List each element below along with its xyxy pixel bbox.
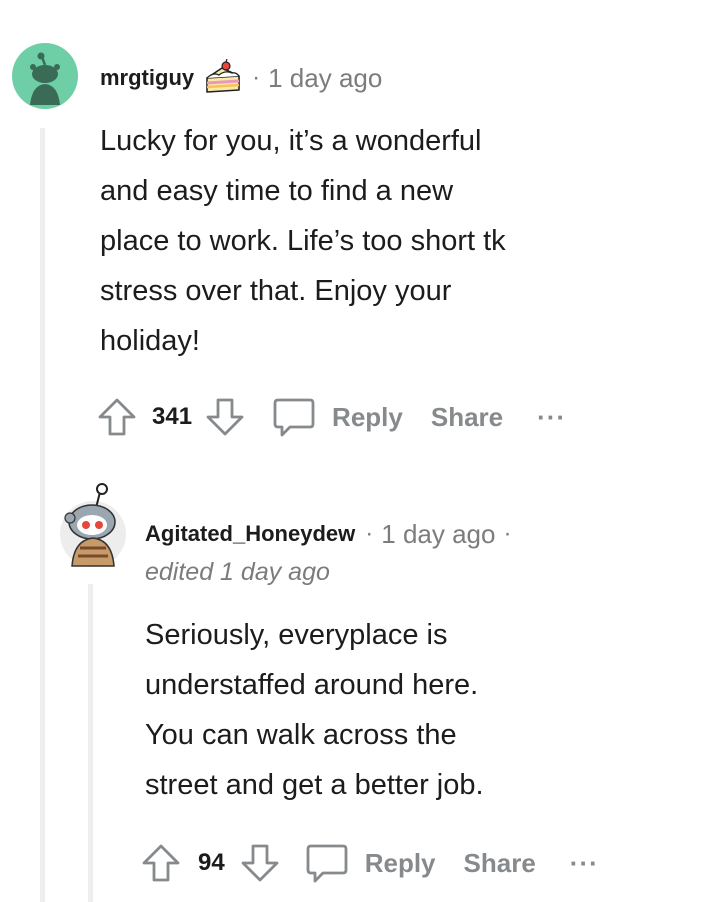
comment-body: Seriously, everyplace is understaffed ar… xyxy=(145,610,484,810)
comment-bubble-icon xyxy=(305,842,349,884)
upvote-icon[interactable] xyxy=(96,396,138,438)
comment-body: Lucky for you, it’s a wonderful and easy… xyxy=(100,116,506,366)
more-options-icon[interactable]: ··· xyxy=(570,848,599,879)
meta-separator: · xyxy=(252,64,261,91)
cake-icon xyxy=(202,59,242,97)
comment-line: stress over that. Enjoy your xyxy=(100,275,452,307)
comment-1: mrgtiguy · 1 day ago Lucky for you, it’s… xyxy=(0,0,708,460)
comment-meta: Agitated_Honeydew · 1 day ago · xyxy=(145,514,511,554)
share-button[interactable]: Share xyxy=(431,402,503,433)
comment-line: street and get a better job. xyxy=(145,769,484,801)
timestamp[interactable]: 1 day ago xyxy=(381,519,495,550)
comment-bubble-icon xyxy=(272,396,316,438)
meta-separator: · xyxy=(365,520,374,547)
comment-line: You can walk across the xyxy=(145,719,457,751)
meta-separator: · xyxy=(503,520,512,547)
comment-line: Lucky for you, it’s a wonderful xyxy=(100,125,482,157)
username[interactable]: Agitated_Honeydew xyxy=(145,521,355,547)
comment-actions: 341 Reply Share ··· xyxy=(96,394,566,440)
upvote-icon[interactable] xyxy=(140,842,182,884)
timestamp[interactable]: 1 day ago xyxy=(268,63,382,94)
comment-line: place to work. Life’s too short tk xyxy=(100,225,506,257)
reply-button[interactable]: Reply xyxy=(305,842,436,884)
avatar[interactable] xyxy=(12,43,78,109)
reply-label: Reply xyxy=(332,401,403,432)
edited-label: edited 1 day ago xyxy=(145,558,330,587)
username[interactable]: mrgtiguy xyxy=(100,65,194,91)
comment-actions: 94 Reply Share ··· xyxy=(140,840,599,886)
reply-button[interactable]: Reply xyxy=(272,396,403,438)
comment-2: Agitated_Honeydew · 1 day ago · edited 1… xyxy=(0,460,708,902)
share-button[interactable]: Share xyxy=(464,848,536,879)
reply-label: Reply xyxy=(364,847,436,878)
vote-score: 341 xyxy=(152,403,193,430)
comment-line: and easy time to find a new xyxy=(100,175,454,207)
downvote-icon[interactable] xyxy=(239,842,281,884)
comment-line: understaffed around here. xyxy=(145,669,479,701)
comment-meta: mrgtiguy · 1 day ago xyxy=(100,58,382,98)
downvote-icon[interactable] xyxy=(204,396,246,438)
more-options-icon[interactable]: ··· xyxy=(537,402,566,433)
edited-text: edited 1 day ago xyxy=(145,558,330,586)
avatar[interactable] xyxy=(56,478,130,568)
comment-line: Seriously, everyplace is xyxy=(145,619,448,651)
vote-score: 94 xyxy=(198,849,225,876)
comment-line: holiday! xyxy=(100,325,200,357)
